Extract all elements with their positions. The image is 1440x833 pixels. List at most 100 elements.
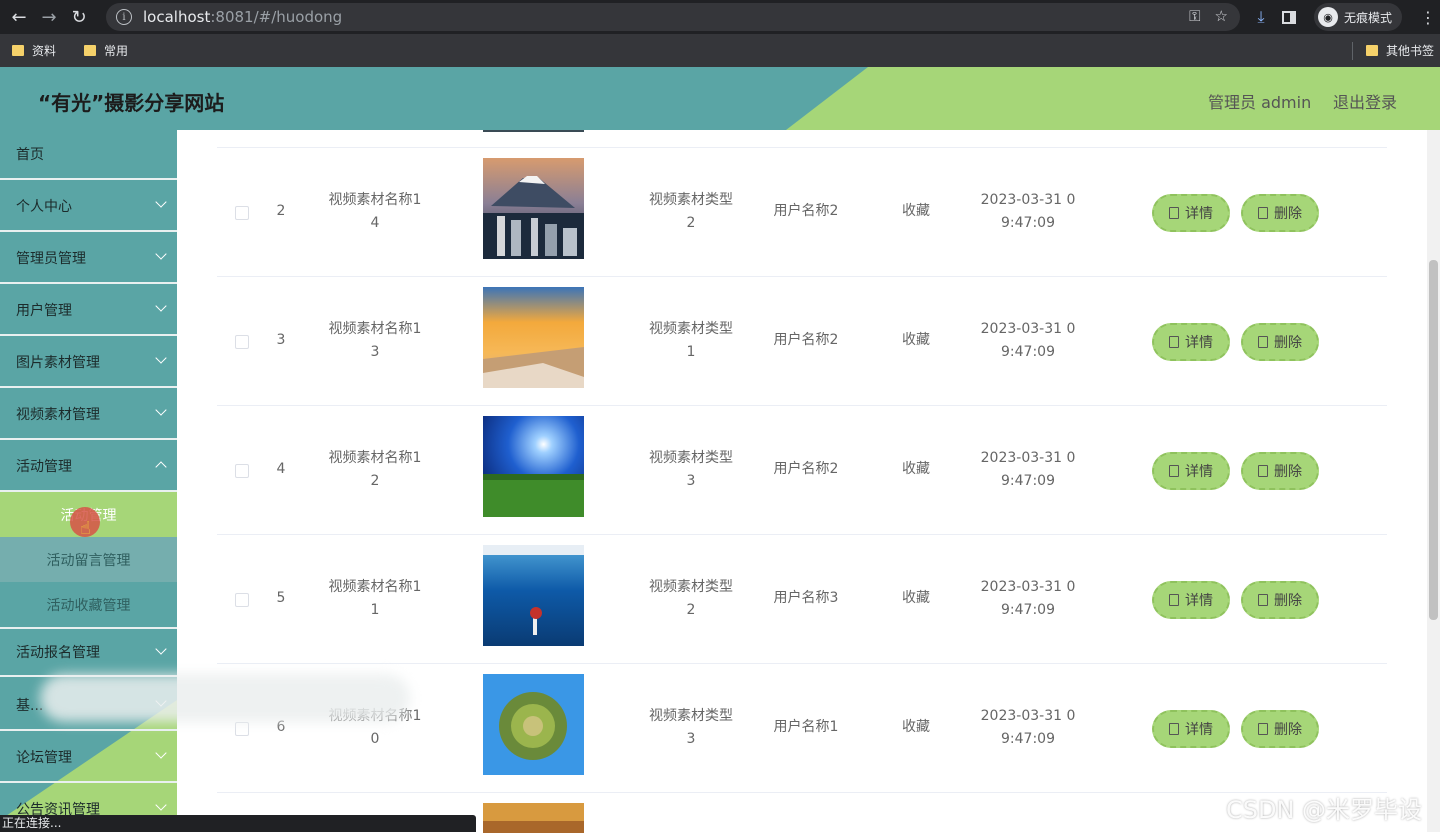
sidebar-item-forum[interactable]: 论坛管理	[0, 733, 177, 783]
delete-button[interactable]: 删除	[1241, 323, 1319, 361]
thumbnail-image	[483, 158, 584, 259]
timestamp: 2023-03-31 0 9:47:09	[980, 450, 1076, 489]
video-type: 视频素材类型 2	[649, 192, 733, 231]
row-checkbox[interactable]	[235, 464, 249, 478]
video-name: 视频素材名称1 1	[328, 579, 422, 618]
row-checkbox[interactable]	[235, 206, 249, 220]
folder-icon	[1365, 45, 1378, 56]
detail-button[interactable]: 详情	[1152, 323, 1230, 361]
detail-button[interactable]: 详情	[1152, 194, 1230, 232]
incognito-icon: ◉	[1318, 7, 1338, 27]
trash-icon	[1258, 336, 1268, 348]
user-name: 用户名称2	[773, 461, 839, 477]
video-name: 视频素材名称1 2	[328, 450, 422, 489]
other-bookmarks[interactable]: 其他书签	[1365, 42, 1434, 59]
timestamp: 2023-03-31 0 9:47:09	[980, 321, 1076, 360]
video-name: 视频素材名称1 3	[328, 321, 422, 360]
forward-icon[interactable]: →	[34, 2, 64, 32]
chevron-down-icon	[155, 352, 167, 364]
document-icon	[1169, 465, 1179, 477]
delete-button[interactable]: 删除	[1241, 581, 1319, 619]
row-index: 3	[276, 332, 286, 348]
table-row: 2 视频素材名称1 4 视频素材类型 2 用户名称2 收藏 2023-03-31 0…	[217, 147, 1387, 276]
address-bar[interactable]: i localhost:8081/#/huodong ⚿ ☆	[106, 3, 1240, 31]
action-type: 收藏	[902, 203, 930, 219]
scrollbar[interactable]	[1427, 130, 1440, 832]
data-table: 2 视频素材名称1 4 视频素材类型 2 用户名称2 收藏 2023-03-31 0…	[177, 130, 1427, 833]
bookmark-folder[interactable]: 常用	[84, 42, 128, 59]
download-icon[interactable]: ⤓	[1250, 7, 1272, 27]
thumbnail-image	[483, 803, 584, 833]
site-info-icon[interactable]: i	[116, 9, 132, 25]
incognito-badge[interactable]: ◉ 无痕模式	[1314, 3, 1403, 31]
reload-icon[interactable]: ↻	[64, 2, 94, 32]
site-title: “有光”摄影分享网站	[38, 91, 225, 115]
sidebar-item-videos[interactable]: 视频素材管理	[0, 390, 177, 440]
sidebar-item-signups[interactable]: 活动报名管理	[0, 627, 177, 677]
user-name: 用户名称2	[773, 332, 839, 348]
row-checkbox[interactable]	[235, 593, 249, 607]
document-icon	[1169, 594, 1179, 606]
submenu-activity-messages[interactable]: 活动留言管理	[0, 537, 177, 582]
detail-button[interactable]: 详情	[1152, 581, 1230, 619]
folder-icon	[84, 45, 97, 56]
user-name: 用户名称2	[773, 203, 839, 219]
trash-icon	[1258, 207, 1268, 219]
chevron-down-icon	[155, 196, 167, 208]
timestamp: 2023-03-31 0 9:47:09	[980, 192, 1076, 231]
user-name: 用户名称3	[773, 590, 839, 606]
trash-icon	[1258, 465, 1268, 477]
sidebar-item-admin[interactable]: 管理员管理	[0, 234, 177, 284]
sidebar-item-home[interactable]: 首页	[0, 130, 177, 180]
scrollbar-thumb[interactable]	[1429, 260, 1438, 620]
delete-button[interactable]: 删除	[1241, 194, 1319, 232]
row-checkbox[interactable]	[235, 335, 249, 349]
detail-button[interactable]: 详情	[1152, 710, 1230, 748]
admin-label: 管理员 admin	[1208, 93, 1312, 112]
sidebar-item-users[interactable]: 用户管理	[0, 286, 177, 336]
action-type: 收藏	[902, 461, 930, 477]
table-row: 5 视频素材名称1 1 视频素材类型 2 用户名称3 收藏 2023-03-31 0…	[217, 534, 1387, 663]
delete-button[interactable]: 删除	[1241, 452, 1319, 490]
action-type: 收藏	[902, 719, 930, 735]
video-type: 视频素材类型 2	[649, 579, 733, 618]
sidebar-item-activities[interactable]: 活动管理	[0, 442, 177, 492]
thumbnail-edge	[483, 130, 584, 132]
submenu-activity-favorites[interactable]: 活动收藏管理	[0, 582, 177, 627]
chevron-down-icon	[155, 747, 167, 759]
chevron-down-icon	[155, 799, 167, 811]
detail-button[interactable]: 详情	[1152, 452, 1230, 490]
logout-link[interactable]: 退出登录	[1333, 89, 1397, 113]
video-type: 视频素材类型 3	[649, 450, 733, 489]
chevron-up-icon	[155, 461, 167, 473]
table-row: 4 视频素材名称1 2 视频素材类型 3 用户名称2 收藏 2023-03-31 0…	[217, 405, 1387, 534]
sidebar-item-images[interactable]: 图片素材管理	[0, 338, 177, 388]
video-type: 视频素材类型 1	[649, 321, 733, 360]
timestamp: 2023-03-31 0 9:47:09	[980, 579, 1076, 618]
bookmarks-bar: 资料 常用 其他书签	[0, 34, 1440, 67]
delete-button[interactable]: 删除	[1241, 710, 1319, 748]
action-type: 收藏	[902, 590, 930, 606]
menu-icon[interactable]: ⋮	[1420, 8, 1436, 27]
row-index: 2	[276, 203, 286, 219]
side-panel-icon[interactable]	[1282, 10, 1296, 24]
back-icon[interactable]: ←	[4, 2, 34, 32]
chevron-down-icon	[155, 248, 167, 260]
app-header: “有光”摄影分享网站 管理员 admin 退出登录	[0, 67, 1440, 130]
url-text: localhost:8081/#/huodong	[143, 8, 343, 26]
row-checkbox[interactable]	[235, 722, 249, 736]
thumbnail-image	[483, 674, 584, 775]
bookmark-folder[interactable]: 资料	[12, 42, 56, 59]
star-icon[interactable]: ☆	[1215, 7, 1228, 25]
folder-icon	[12, 45, 24, 56]
bookmark-divider	[1352, 42, 1353, 60]
row-index: 4	[276, 461, 286, 477]
table-row: 3 视频素材名称1 3 视频素材类型 1 用户名称2 收藏 2023-03-31 0…	[217, 276, 1387, 405]
video-name: 视频素材名称1 4	[328, 192, 422, 231]
action-type: 收藏	[902, 332, 930, 348]
document-icon	[1169, 207, 1179, 219]
sidebar-item-profile[interactable]: 个人中心	[0, 182, 177, 232]
chevron-down-icon	[155, 300, 167, 312]
blur-overlay	[40, 674, 410, 722]
key-icon[interactable]: ⚿	[1189, 7, 1200, 25]
